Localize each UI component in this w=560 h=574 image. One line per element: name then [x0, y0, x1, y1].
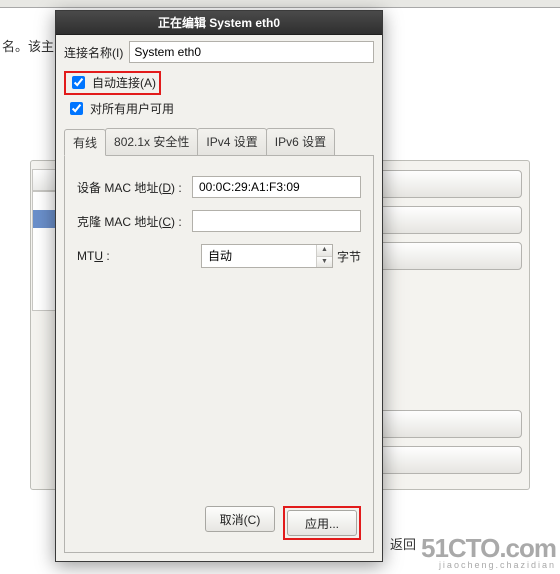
auto-connect-label: 自动连接(A)	[92, 74, 156, 91]
apply-button[interactable]: 应用...	[287, 510, 357, 536]
connection-name-input[interactable]	[129, 41, 374, 63]
dialog-title: 正在编辑 System eth0	[158, 14, 280, 31]
wired-tab-panel: 设备 MAC 地址(D) : 克隆 MAC 地址(C) : MTU :	[64, 155, 374, 553]
mtu-value: 自动	[202, 245, 316, 267]
mtu-step-down[interactable]: ▼	[317, 257, 332, 268]
highlight-apply: 应用...	[283, 506, 361, 540]
mtu-step-up[interactable]: ▲	[317, 245, 332, 257]
all-users-label: 对所有用户可用	[90, 100, 174, 117]
tab-ipv4[interactable]: IPv4 设置	[197, 128, 266, 155]
watermark: 51CTO.com jiaocheng.chazidian	[421, 535, 556, 570]
all-users-checkbox[interactable]	[70, 102, 83, 115]
highlight-auto-connect: 自动连接(A)	[64, 71, 161, 95]
mtu-spin[interactable]: 自动 ▲ ▼	[201, 244, 333, 268]
device-mac-label: 设备 MAC 地址(D) :	[77, 179, 186, 196]
device-mac-input[interactable]	[192, 176, 361, 198]
cloned-mac-input[interactable]	[192, 210, 361, 232]
auto-connect-checkbox[interactable]	[72, 76, 85, 89]
mtu-label: MTU :	[77, 249, 195, 263]
edit-connection-dialog: 正在编辑 System eth0 连接名称(I) 自动连接(A) 对所有用户可用…	[55, 10, 383, 562]
dialog-titlebar[interactable]: 正在编辑 System eth0	[56, 11, 382, 35]
connection-name-label: 连接名称(I)	[64, 44, 123, 61]
tab-wired[interactable]: 有线	[64, 129, 106, 156]
cloned-mac-label: 克隆 MAC 地址(C) :	[77, 213, 186, 230]
bg-return-text: 返回	[390, 534, 416, 553]
tab-ipv6[interactable]: IPv6 设置	[266, 128, 335, 155]
bg-left-text: 名。该主	[2, 36, 54, 55]
notebook: 有线 802.1x 安全性 IPv4 设置 IPv6 设置 设备 MAC 地址(…	[64, 128, 374, 553]
cancel-button[interactable]: 取消(C)	[205, 506, 275, 532]
tab-8021x[interactable]: 802.1x 安全性	[105, 128, 198, 155]
mtu-unit: 字节	[337, 248, 361, 265]
